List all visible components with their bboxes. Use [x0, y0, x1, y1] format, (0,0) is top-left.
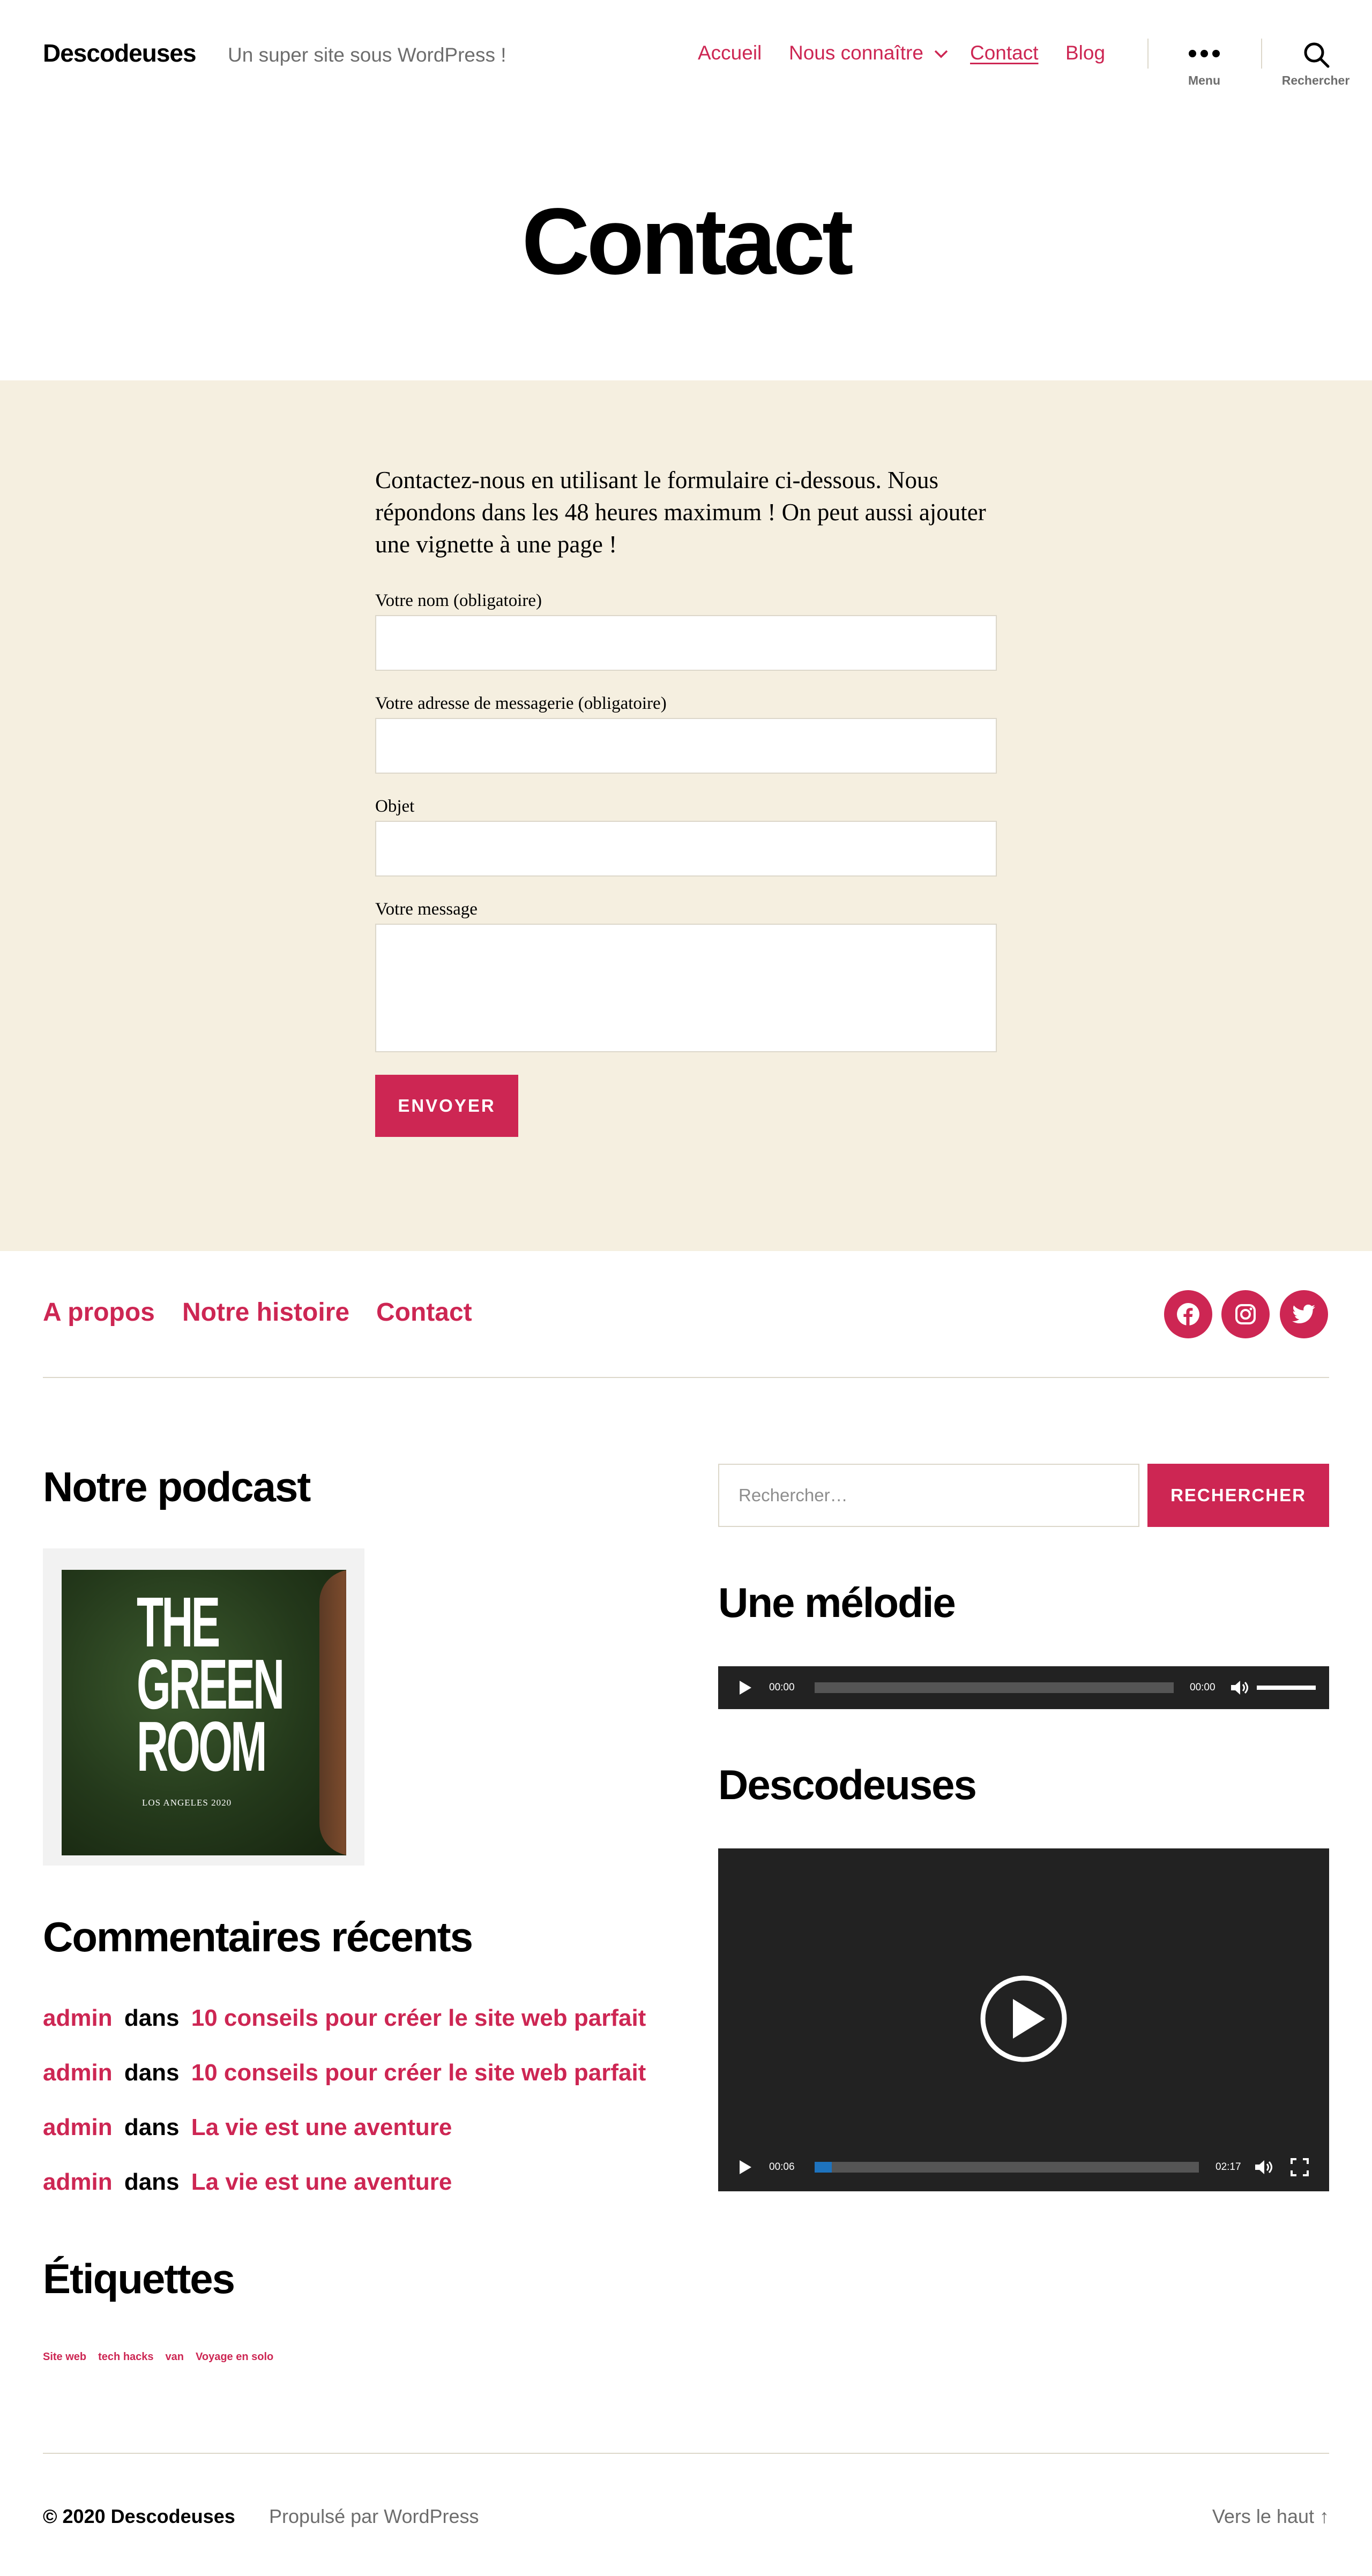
tag-link[interactable]: van: [166, 2351, 184, 2363]
comments-widget-title: Commentaires récents: [43, 1913, 473, 1960]
comment-separator: dans: [124, 2005, 180, 2031]
instagram-link[interactable]: [1221, 1290, 1270, 1338]
volume-icon[interactable]: [1230, 1679, 1249, 1696]
nav-item-accueil[interactable]: Accueil: [698, 42, 762, 64]
video-duration: 02:17: [1216, 2161, 1241, 2173]
site-title[interactable]: Descodeuses: [43, 39, 197, 68]
audio-duration: 00:00: [1190, 1682, 1216, 1693]
melody-widget-title: Une mélodie: [718, 1579, 956, 1626]
play-icon[interactable]: [739, 2159, 752, 2175]
page-intro: Contactez-nous en utilisant le formulair…: [375, 467, 986, 558]
bottom-divider: [43, 2453, 1329, 2454]
ellipsis-icon: [1189, 50, 1220, 57]
name-field[interactable]: [375, 615, 997, 671]
recent-comment: admin dans 10 conseils pour créer le sit…: [43, 2005, 646, 2032]
big-play-icon[interactable]: [980, 1975, 1068, 2063]
email-label: Votre adresse de messagerie (obligatoire…: [375, 694, 667, 713]
nav-item-label: Nous connaître: [789, 42, 923, 64]
tag-link[interactable]: Voyage en solo: [196, 2351, 273, 2363]
to-the-top-link[interactable]: Vers le haut ↑: [1212, 2505, 1329, 2528]
recent-comment: admin dans La vie est une aventure: [43, 2169, 452, 2196]
podcast-cover-image[interactable]: THE GREEN ROOM LOS ANGELES 2020: [62, 1570, 346, 1855]
comment-post-link[interactable]: 10 conseils pour créer le site web parfa…: [191, 2060, 646, 2086]
video-progress-fill: [815, 2162, 832, 2173]
subject-field[interactable]: [375, 821, 997, 877]
nav-item-nous-connaitre[interactable]: Nous connaître: [789, 42, 948, 64]
podcast-widget-title: Notre podcast: [43, 1463, 311, 1510]
widget-search-button[interactable]: RECHERCHER: [1147, 1464, 1329, 1527]
fullscreen-icon[interactable]: [1291, 2158, 1309, 2176]
audio-progress-bar[interactable]: [815, 1682, 1174, 1693]
volume-slider[interactable]: [1257, 1686, 1316, 1690]
tag-link[interactable]: Site web: [43, 2351, 86, 2363]
twitter-link[interactable]: [1280, 1290, 1328, 1338]
name-label: Votre nom (obligatoire): [375, 591, 542, 610]
play-icon[interactable]: [739, 1680, 752, 1696]
audio-player: 00:00 00:00: [718, 1666, 1329, 1709]
comment-author-link[interactable]: admin: [43, 2005, 113, 2031]
video-progress-bar[interactable]: [815, 2162, 1199, 2173]
twitter-icon: [1292, 1305, 1315, 1323]
video-widget-title: Descodeuses: [718, 1761, 977, 1808]
tag-cloud: Site web tech hacks van Voyage en solo: [43, 2351, 273, 2363]
volume-icon[interactable]: [1254, 2159, 1273, 2176]
recent-comment: admin dans 10 conseils pour créer le sit…: [43, 2060, 646, 2086]
search-icon: [1304, 42, 1330, 68]
facebook-icon: [1177, 1303, 1199, 1326]
footer-nav-a-propos[interactable]: A propos: [43, 1298, 155, 1327]
nav-item-contact[interactable]: Contact: [970, 42, 1039, 64]
widget-search-input[interactable]: Rechercher…: [718, 1464, 1139, 1527]
header-divider: [1261, 39, 1262, 69]
email-field[interactable]: [375, 718, 997, 774]
podcast-cover-subtitle: LOS ANGELES 2020: [142, 1798, 232, 1808]
video-current-time: 00:06: [769, 2161, 795, 2173]
comment-post-link[interactable]: 10 conseils pour créer le site web parfa…: [191, 2005, 646, 2031]
podcast-cover-title: THE GREEN ROOM: [137, 1583, 285, 1786]
comment-author-link[interactable]: admin: [43, 2114, 113, 2140]
comment-separator: dans: [124, 2060, 180, 2086]
nav-item-blog[interactable]: Blog: [1065, 42, 1105, 64]
search-toggle-label: Rechercher: [1281, 73, 1350, 87]
footer-nav-contact[interactable]: Contact: [376, 1298, 472, 1327]
comment-author-link[interactable]: admin: [43, 2060, 113, 2086]
chevron-down-icon: [934, 50, 948, 58]
footer-divider: [43, 1377, 1329, 1378]
instagram-icon: [1235, 1304, 1256, 1324]
recent-comment: admin dans La vie est une aventure: [43, 2114, 452, 2141]
comment-author-link[interactable]: admin: [43, 2169, 113, 2195]
footer-nav-notre-histoire[interactable]: Notre histoire: [182, 1298, 349, 1327]
message-label: Votre message: [375, 900, 478, 919]
comment-separator: dans: [124, 2169, 180, 2195]
site-description: Un super site sous WordPress !: [228, 44, 506, 66]
comment-separator: dans: [124, 2114, 180, 2140]
tags-widget-title: Étiquettes: [43, 2255, 235, 2302]
page-title: Contact: [521, 189, 853, 294]
header-divider: [1147, 39, 1149, 69]
video-player: 00:06 02:17: [718, 1848, 1329, 2191]
comment-post-link[interactable]: La vie est une aventure: [191, 2114, 452, 2140]
facebook-link[interactable]: [1164, 1290, 1212, 1338]
subject-label: Objet: [375, 797, 415, 816]
powered-by-link[interactable]: Propulsé par WordPress: [269, 2505, 479, 2528]
podcast-cover-portrait: [319, 1570, 346, 1855]
submit-button[interactable]: ENVOYER: [375, 1075, 518, 1137]
comment-post-link[interactable]: La vie est une aventure: [191, 2169, 452, 2195]
audio-current-time: 00:00: [769, 1682, 795, 1693]
copyright: © 2020 Descodeuses: [43, 2505, 235, 2527]
menu-label: Menu: [1188, 73, 1221, 87]
message-field[interactable]: [375, 924, 997, 1052]
tag-link[interactable]: tech hacks: [98, 2351, 153, 2363]
